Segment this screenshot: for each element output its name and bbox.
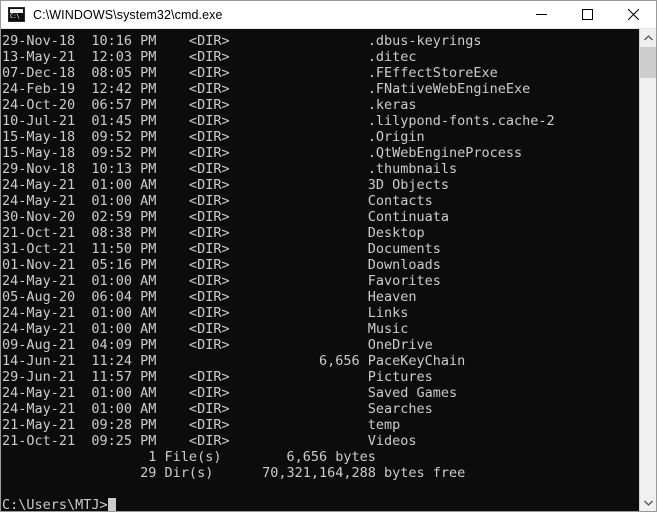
directory-entry-row: 21-Oct-21 08:38 PM <DIR> Desktop (2, 225, 425, 241)
directory-entry-row: 24-May-21 01:00 AM <DIR> Favorites (2, 273, 441, 289)
text-cursor (107, 498, 116, 511)
cmd-console-icon: C:\ (8, 7, 25, 22)
directory-entry-row: 29-Nov-18 10:16 PM <DIR> .dbus-keyrings (2, 33, 482, 49)
directory-entry-row: 24-Oct-20 06:57 PM <DIR> .keras (2, 97, 417, 113)
minimize-icon (535, 14, 547, 15)
chevron-down-icon (643, 500, 653, 506)
directory-entry-row: 24-May-21 01:00 AM <DIR> Searches (2, 401, 433, 417)
directory-entry-row: 24-May-21 01:00 AM <DIR> Contacts (2, 193, 433, 209)
directory-entry-row: 14-Jun-21 11:24 PM 6,656 PaceKeyChain (2, 353, 466, 369)
directory-entry-row: 21-May-21 09:28 PM <DIR> temp (2, 417, 401, 433)
directory-entry-row: 24-May-21 01:00 AM <DIR> Saved Games (2, 385, 458, 401)
close-icon (627, 9, 639, 20)
maximize-icon (581, 9, 593, 20)
directory-entry-row: 24-May-21 01:00 AM <DIR> Links (2, 305, 409, 321)
directory-entry-row: 30-Nov-20 02:59 PM <DIR> Continuata (2, 209, 450, 225)
window-controls (518, 1, 656, 29)
directory-entry-row: 07-Dec-18 08:05 PM <DIR> .FEffectStoreEx… (2, 65, 498, 81)
console-output[interactable]: 29-Nov-18 10:16 PM <DIR> .dbus-keyrings 1… (1, 29, 639, 511)
directory-entry-row: 10-Jul-21 01:45 PM <DIR> .lilypond-fonts… (2, 113, 555, 129)
close-button[interactable] (610, 1, 656, 29)
directory-entry-row: 15-May-18 09:52 PM <DIR> .QtWebEnginePro… (2, 145, 523, 161)
summary-files-row: 1 File(s) 6,656 bytes (2, 449, 376, 465)
directory-entry-row: 05-Aug-20 06:04 PM <DIR> Heaven (2, 289, 417, 305)
window-title: C:\WINDOWS\system32\cmd.exe (33, 7, 223, 22)
window-body: 29-Nov-18 10:16 PM <DIR> .dbus-keyrings 1… (1, 29, 656, 511)
directory-entry-row: 13-May-21 12:03 PM <DIR> .ditec (2, 49, 417, 65)
scrollbar-track[interactable] (640, 46, 656, 494)
directory-entry-row: 24-Feb-19 12:42 PM <DIR> .FNativeWebEngi… (2, 81, 531, 97)
titlebar[interactable]: C:\ C:\WINDOWS\system32\cmd.exe (1, 1, 656, 29)
command-prompt-line[interactable]: C:\Users\MTJ> (2, 497, 639, 511)
directory-entry-row: 29-Nov-18 10:13 PM <DIR> .thumbnails (2, 161, 458, 177)
summary-dirs-row: 29 Dir(s) 70,321,164,288 bytes free (2, 465, 466, 481)
directory-entry-row: 01-Nov-21 05:16 PM <DIR> Downloads (2, 257, 441, 273)
cmd-window: C:\ C:\WINDOWS\system32\cmd.exe 29-Nov-1… (0, 0, 657, 512)
prompt-text: C:\Users\MTJ> (2, 497, 108, 511)
maximize-button[interactable] (564, 1, 610, 29)
directory-entry-row: 24-May-21 01:00 AM <DIR> Music (2, 321, 409, 337)
directory-entry-row: 31-Oct-21 11:50 PM <DIR> Documents (2, 241, 441, 257)
directory-entry-row: 21-Oct-21 09:25 PM <DIR> Videos (2, 433, 417, 449)
directory-entry-row: 15-May-18 09:52 PM <DIR> .Origin (2, 129, 425, 145)
directory-entry-row: 09-Aug-21 04:09 PM <DIR> OneDrive (2, 337, 433, 353)
directory-entry-row: 24-May-21 01:00 AM <DIR> 3D Objects (2, 177, 450, 193)
directory-entry-row: 29-Jun-21 11:57 PM <DIR> Pictures (2, 369, 433, 385)
vertical-scrollbar[interactable] (639, 29, 656, 511)
cmd-icon-label: C:\ (10, 13, 20, 20)
scrollbar-thumb[interactable] (640, 47, 656, 78)
scroll-down-button[interactable] (640, 494, 656, 511)
scroll-up-button[interactable] (640, 29, 656, 46)
chevron-up-icon (643, 34, 653, 40)
minimize-button[interactable] (518, 1, 564, 29)
